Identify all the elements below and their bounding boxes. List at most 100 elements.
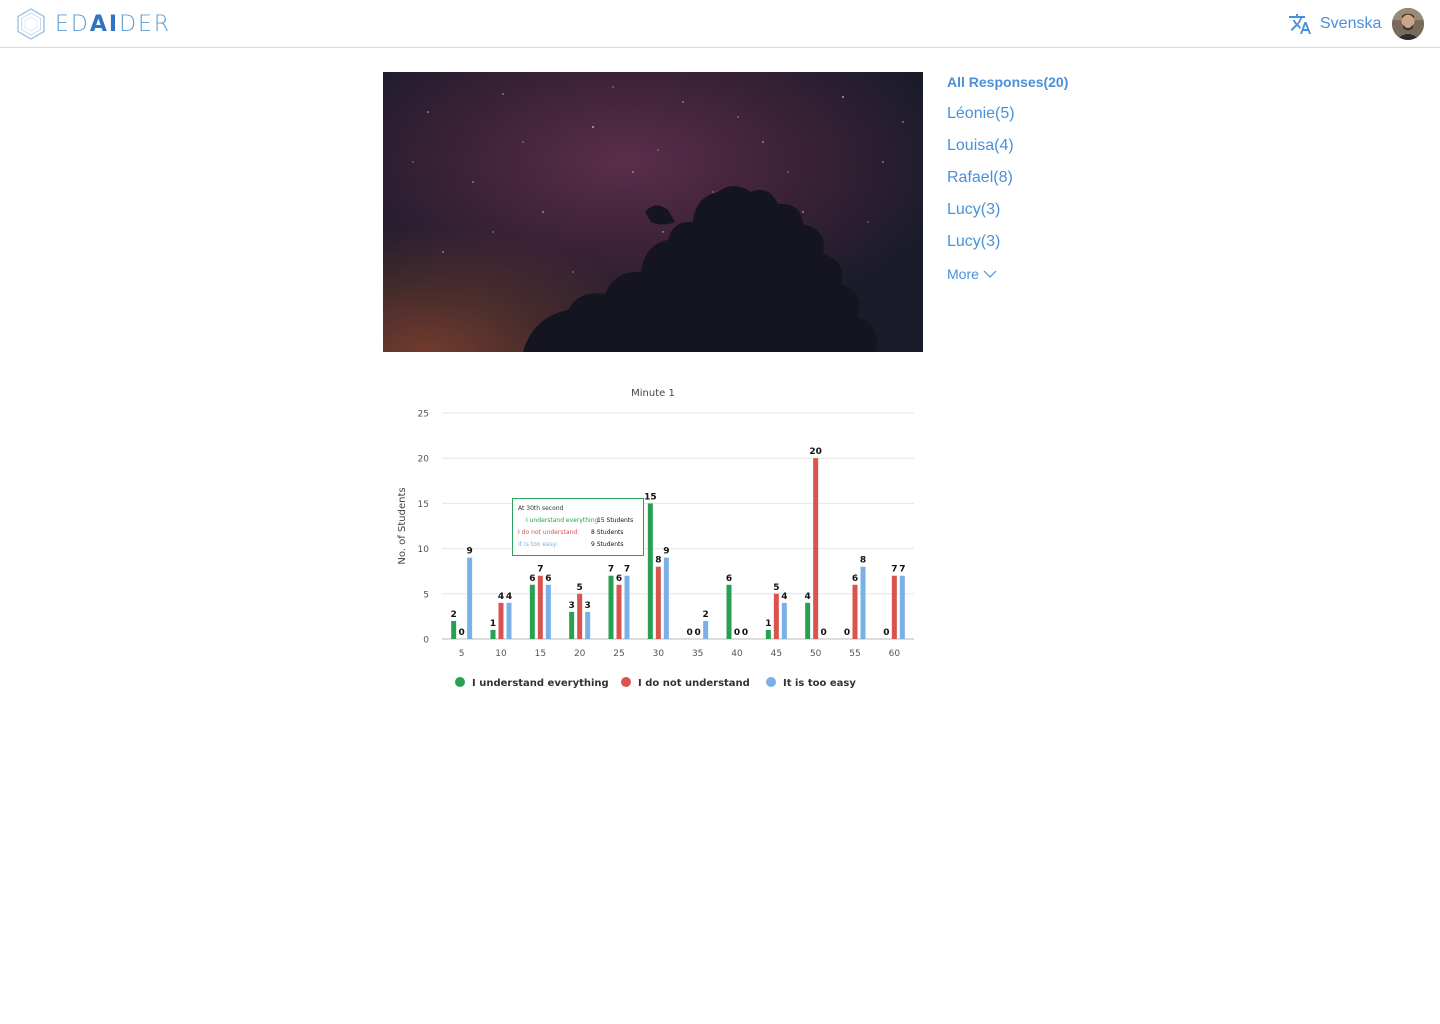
x-tick-label: 50 xyxy=(810,649,822,659)
user-avatar-icon xyxy=(1392,8,1424,40)
tooltip-value-too-easy: 9 Students xyxy=(591,541,624,548)
x-tick-label: 20 xyxy=(574,649,586,659)
chart-bar xyxy=(726,584,732,639)
y-tick-label: 5 xyxy=(423,590,429,600)
chart-bar xyxy=(498,602,504,639)
chart-bar xyxy=(813,458,819,639)
chevron-down-icon xyxy=(983,270,997,278)
top-bar: EDAIDER Svenska xyxy=(0,0,1440,48)
legend-marker xyxy=(766,677,776,687)
data-label: 1 xyxy=(490,619,496,629)
data-label: 7 xyxy=(608,565,614,575)
data-label: 2 xyxy=(451,610,457,620)
chart-bar xyxy=(852,584,858,639)
legend-label: I do not understand xyxy=(638,678,750,689)
response-item-lucy-2[interactable]: Lucy(3) xyxy=(947,232,1147,264)
x-tick-label: 40 xyxy=(731,649,743,659)
language-label: Svenska xyxy=(1320,15,1382,32)
hexagon-logo-icon xyxy=(17,8,45,40)
chart-bar xyxy=(616,584,622,639)
response-chart: Minute 1 0 5 10 15 20 25 No. of Students 5 2 0 9 10 1… xyxy=(383,375,923,705)
response-item-rafael[interactable]: Rafael(8) xyxy=(947,168,1147,200)
chart-bar xyxy=(537,575,543,639)
data-label: 0 xyxy=(742,628,748,638)
logo-text: EDAIDER xyxy=(55,11,172,37)
data-label: 7 xyxy=(624,565,630,575)
chart-bar xyxy=(773,593,779,639)
data-label: 3 xyxy=(585,601,591,611)
chart-bar xyxy=(529,584,535,639)
data-label: 0 xyxy=(883,628,889,638)
data-label: 8 xyxy=(655,556,661,566)
more-label: More xyxy=(947,266,979,282)
chart-bar xyxy=(545,584,551,639)
chart-bar xyxy=(608,575,614,639)
data-label: 4 xyxy=(506,592,512,602)
bar-chart: Minute 10510152025No. of Students5209101… xyxy=(397,388,914,689)
response-item-louisa[interactable]: Louisa(4) xyxy=(947,136,1147,168)
avatar[interactable] xyxy=(1392,8,1424,40)
y-tick-label: 0 xyxy=(423,636,429,646)
data-label: 9 xyxy=(663,547,669,557)
translate-icon xyxy=(1289,14,1311,34)
y-tick-label: 25 xyxy=(418,410,429,420)
more-button[interactable]: More xyxy=(947,264,1147,284)
tooltip-label-too-easy: It is too easy: xyxy=(518,541,558,548)
chart-bar xyxy=(647,503,653,639)
data-label: 7 xyxy=(537,565,543,575)
x-tick-label: 25 xyxy=(613,649,624,659)
chart-bar xyxy=(781,602,787,639)
data-label: 15 xyxy=(644,492,657,502)
app-logo[interactable]: EDAIDER xyxy=(16,8,171,40)
video-thumbnail[interactable] xyxy=(383,72,923,352)
data-label: 4 xyxy=(805,592,811,602)
y-tick-label: 20 xyxy=(418,455,430,465)
data-label: 20 xyxy=(809,447,822,457)
y-axis-label: No. of Students xyxy=(397,487,408,564)
data-label: 0 xyxy=(821,628,827,638)
data-label: 6 xyxy=(529,574,535,584)
legend-label: I understand everything xyxy=(472,678,609,689)
chart-bar xyxy=(451,620,457,639)
chart-bar xyxy=(860,566,866,639)
data-label: 2 xyxy=(703,610,709,620)
data-label: 8 xyxy=(860,556,866,566)
chart-bar xyxy=(899,575,905,639)
chart-title: Minute 1 xyxy=(631,388,675,399)
data-label: 0 xyxy=(687,628,693,638)
chart-bar xyxy=(490,629,496,639)
data-label: 6 xyxy=(726,574,732,584)
data-label: 5 xyxy=(577,583,583,593)
chart-bar xyxy=(663,557,669,639)
data-label: 0 xyxy=(734,628,740,638)
tooltip-label-not-understand: I do not understand: xyxy=(518,529,580,536)
response-item-leonie[interactable]: Léonie(5) xyxy=(947,104,1147,136)
chart-bar xyxy=(585,611,591,639)
data-label: 7 xyxy=(891,565,897,575)
y-tick-label: 10 xyxy=(418,545,430,555)
data-label: 6 xyxy=(616,574,622,584)
legend-marker xyxy=(621,677,631,687)
chart-bar xyxy=(891,575,897,639)
chart-tooltip: At 30th second I understand everything: … xyxy=(512,498,644,556)
data-label: 4 xyxy=(498,592,504,602)
x-tick-label: 5 xyxy=(459,649,465,659)
data-label: 9 xyxy=(467,547,473,557)
language-switcher[interactable]: Svenska xyxy=(1288,12,1381,36)
data-label: 0 xyxy=(695,628,701,638)
x-tick-label: 35 xyxy=(692,649,703,659)
chart-bar xyxy=(624,575,630,639)
x-tick-label: 10 xyxy=(495,649,507,659)
chart-bar xyxy=(655,566,661,639)
tooltip-value-not-understand: 8 Students xyxy=(591,529,624,536)
night-sky-image xyxy=(383,72,923,352)
data-label: 1 xyxy=(765,619,771,629)
response-item-lucy[interactable]: Lucy(3) xyxy=(947,200,1147,232)
chart-bar xyxy=(569,611,575,639)
all-responses-link[interactable]: All Responses(20) xyxy=(947,72,1147,92)
data-label: 6 xyxy=(852,574,858,584)
chart-bar xyxy=(703,620,709,639)
tooltip-label-understand: I understand everything: xyxy=(526,517,601,524)
data-label: 5 xyxy=(773,583,779,593)
legend-marker xyxy=(455,677,465,687)
